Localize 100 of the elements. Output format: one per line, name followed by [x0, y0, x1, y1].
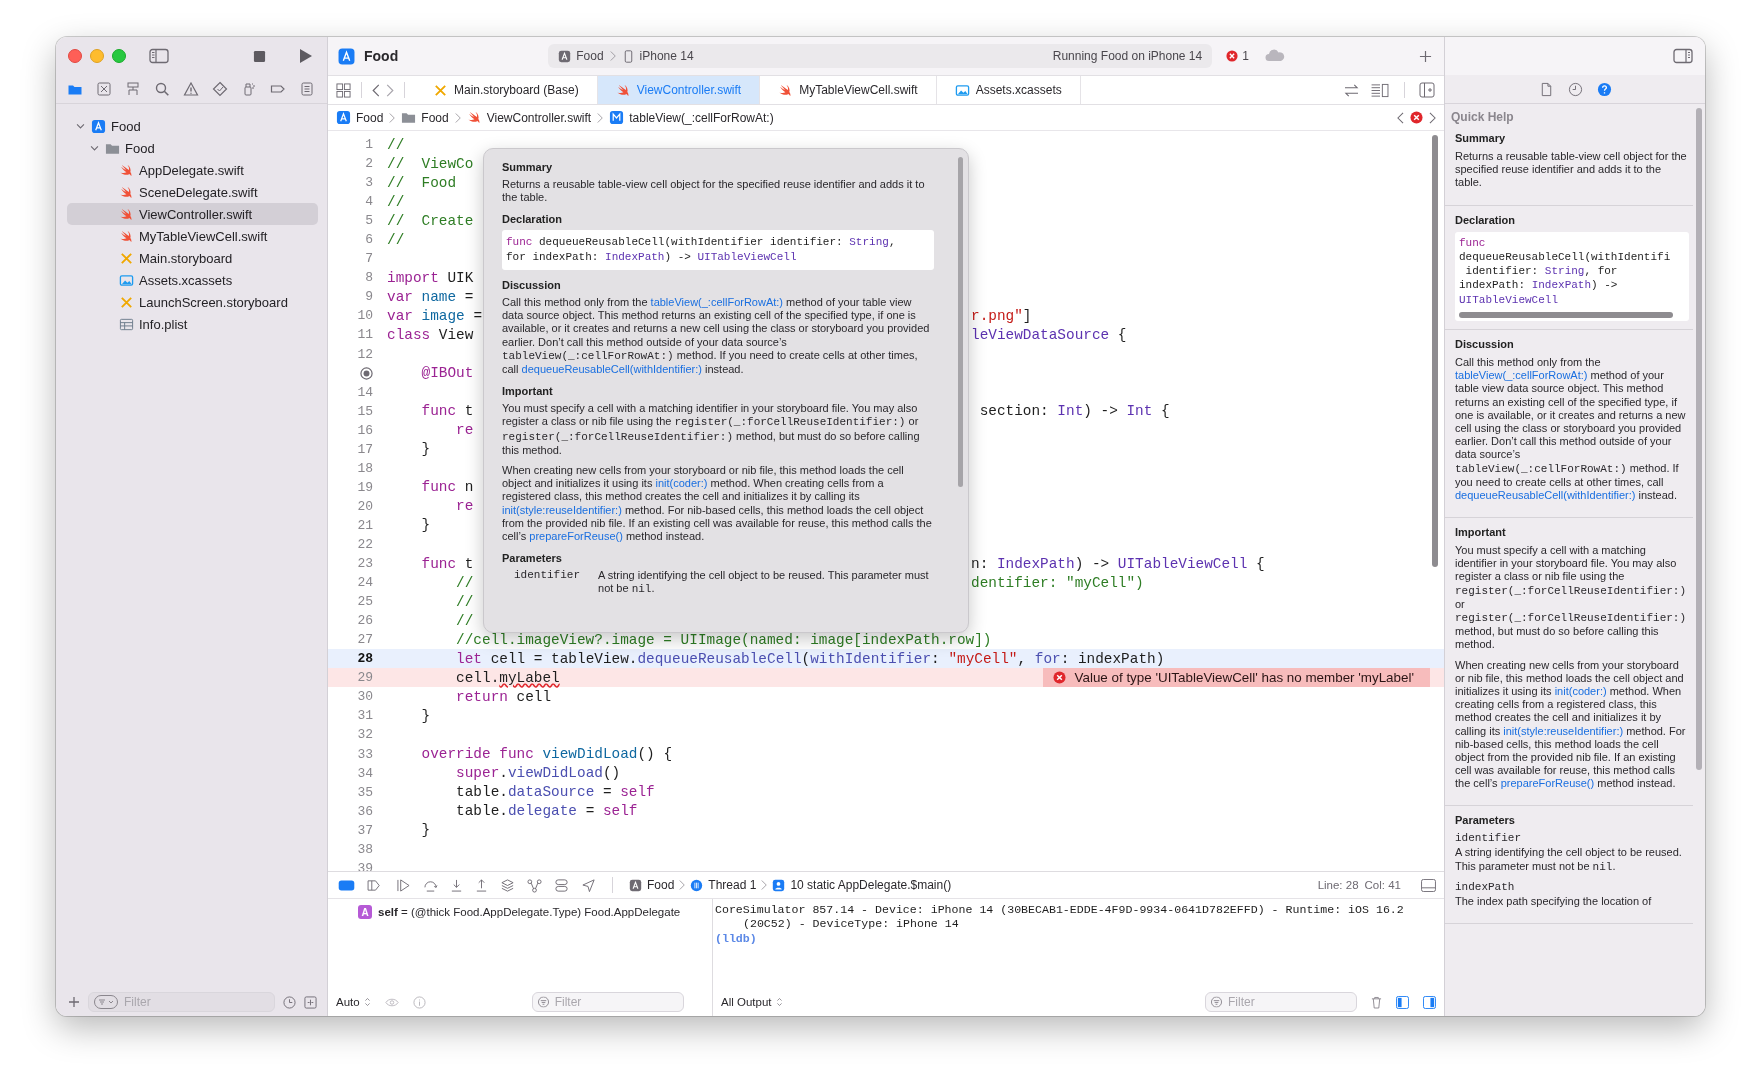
filter-field[interactable]: Filter	[88, 992, 275, 1012]
back-icon[interactable]	[372, 83, 380, 97]
search-icon[interactable]	[154, 81, 170, 97]
breadcrumb-item[interactable]: tableView(_:cellForRowAt:)	[609, 110, 774, 125]
breadcrumb-item[interactable]: ViewController.swift	[466, 110, 592, 125]
debug-area-toggle-icon[interactable]	[338, 879, 355, 891]
clock-icon[interactable]	[1567, 81, 1583, 97]
line-number: 29	[357, 670, 373, 686]
spray-can-icon[interactable]	[241, 81, 257, 97]
file-tree-item[interactable]: AppDelegate.swift	[67, 159, 318, 181]
filter-field[interactable]: Filter	[1205, 992, 1357, 1012]
stop-icon[interactable]	[253, 49, 266, 63]
clock-icon[interactable]	[283, 995, 296, 1009]
close-button[interactable]	[68, 49, 82, 63]
step-over-icon[interactable]	[423, 878, 438, 892]
editor-tab[interactable]: Assets.xcassets	[936, 76, 1081, 104]
step-out-icon[interactable]	[475, 878, 488, 892]
zoom-button[interactable]	[112, 49, 126, 63]
right-pane-icon[interactable]	[1423, 995, 1436, 1009]
memory-graph-icon[interactable]	[527, 877, 542, 893]
doc-link[interactable]: init(style:reuseIdentifier:)	[1503, 724, 1624, 737]
toggles-icon[interactable]	[554, 877, 569, 893]
warning-icon[interactable]	[183, 81, 199, 97]
breadcrumb-item[interactable]: 10 static AppDelegate.$main()	[772, 878, 952, 892]
add-editor-icon[interactable]	[1419, 82, 1435, 98]
scrollbar[interactable]	[1696, 108, 1702, 770]
swap-icon[interactable]	[1343, 83, 1360, 97]
doc-link[interactable]: init(style:reuseIdentifier:)	[502, 503, 622, 516]
continue-icon[interactable]	[396, 878, 411, 892]
sidebar-toggle-icon[interactable]	[149, 48, 169, 64]
panel-toggle-icon[interactable]	[1421, 878, 1436, 892]
left-pane-icon[interactable]	[1396, 995, 1409, 1009]
breadcrumb-item[interactable]: Food	[336, 110, 384, 125]
run-icon[interactable]	[299, 48, 313, 64]
error-count[interactable]: 1	[1226, 49, 1249, 63]
file-tree-item[interactable]: ViewController.swift	[67, 203, 318, 225]
hierarchy-icon[interactable]	[125, 81, 141, 97]
help-icon[interactable]	[1596, 81, 1612, 97]
doc-link[interactable]: prepareForReuse()	[529, 529, 623, 542]
doc-link[interactable]: dequeueReusableCell(withIdentifier:)	[521, 363, 702, 375]
trash-icon[interactable]	[1371, 995, 1382, 1009]
add-icon[interactable]	[1419, 49, 1432, 63]
breadcrumb-item[interactable]: Food	[629, 878, 675, 892]
file-tree-item[interactable]: MyTableViewCell.swift	[67, 225, 318, 247]
scope-dropdown[interactable]: Auto	[336, 996, 371, 1008]
device-button[interactable]: iPhone 14	[621, 49, 694, 63]
line-number: 32	[357, 727, 373, 743]
help-text: When creating new cells from your storyboard or nib file, this method loads the cell object and initializes it using its init(coder:) method. When creating cells from a registered class, this method creates the cell and initializes it by calling its init(style:reuseIdentifier:) method. For nib-based cells, this method loads the cell object from the provided nib file. If an existing cell was available for reuse, this method calls the cell’s prepareForReuse() method instead.	[1455, 658, 1687, 791]
doc-link[interactable]: init(coder:)	[1554, 685, 1607, 697]
console-output: CoreSimulator 857.14 - Device: iPhone 14 (30BECAB1-EDDE-4F9D-9934-0641D782EFFD) - Runtime: iOS 16.2 (20C52) - DeviceType: iPhone 14	[714, 902, 1405, 932]
inspector-toggle-icon[interactable]	[1673, 48, 1693, 64]
scrollbar[interactable]	[1432, 135, 1438, 567]
scheme-button[interactable]: Food	[558, 49, 604, 63]
scrollbar[interactable]	[958, 157, 963, 487]
file-tree-item[interactable]: LaunchScreen.storyboard	[67, 291, 318, 313]
filter-menu-icon[interactable]	[94, 995, 118, 1009]
doc-link[interactable]: dequeueReusableCell(withIdentifier:)	[1455, 488, 1636, 501]
breadcrumb-item[interactable]: Thread 1	[690, 878, 757, 892]
add-icon[interactable]	[68, 996, 80, 1008]
forward-icon[interactable]	[1429, 111, 1436, 124]
help-text: The index path specifying the location of	[1455, 894, 1653, 909]
line-number: 20	[357, 498, 373, 514]
view-hierarchy-icon[interactable]	[500, 877, 515, 893]
file-tree-item[interactable]: Main.storyboard	[67, 247, 318, 269]
location-icon[interactable]	[581, 877, 596, 893]
file-tree-item[interactable]: Assets.xcassets	[67, 269, 318, 291]
editor-tab[interactable]: MyTableViewCell.swift	[760, 76, 937, 104]
file-tree-item[interactable]: Food	[67, 115, 318, 137]
diamond-check-icon[interactable]	[212, 81, 228, 97]
code-line: func t	[420, 403, 474, 420]
filter-field[interactable]: Filter	[531, 992, 684, 1012]
code-line: @IBOut	[420, 365, 474, 382]
chevron-icon	[679, 879, 686, 891]
error-icon[interactable]	[1410, 111, 1423, 124]
doc-link[interactable]: init(coder:)	[655, 477, 708, 490]
code-line: super.viewDidLoad()	[455, 765, 621, 782]
file-tree-item[interactable]: Info.plist	[67, 313, 318, 335]
editor-tab[interactable]: Main.storyboard (Base)	[415, 76, 598, 104]
doc-link[interactable]: prepareForReuse()	[1500, 777, 1595, 790]
output-dropdown[interactable]: All Output	[721, 996, 783, 1008]
doc-link[interactable]: tableView(_:cellForRowAt:)	[1455, 369, 1588, 382]
parameter-name: indexPath	[1455, 880, 1516, 893]
file-tree-item[interactable]: Food	[67, 137, 318, 159]
error-annotation[interactable]: Value of type 'UITableViewCell' has no member 'myLabel'	[1042, 668, 1430, 688]
list-icon[interactable]	[299, 81, 315, 97]
grid-icon[interactable]	[336, 82, 351, 98]
line-number: 37	[357, 822, 373, 838]
step-into-icon[interactable]	[450, 878, 463, 892]
square-x-icon[interactable]	[96, 81, 112, 97]
minimap-icon[interactable]	[1370, 82, 1390, 98]
code-fragment: n: IndexPath) -> UITableViewCell {	[971, 555, 1265, 572]
code-line: var image =	[387, 307, 483, 324]
back-icon[interactable]	[1397, 111, 1404, 124]
file-tree-item[interactable]: SceneDelegate.swift	[67, 181, 318, 203]
scrollbar[interactable]	[1459, 312, 1673, 319]
doc-link[interactable]: tableView(_:cellForRowAt:)	[650, 296, 784, 309]
breadcrumb-item[interactable]: Food	[401, 110, 449, 125]
forward-icon[interactable]	[386, 83, 394, 97]
scope-icon[interactable]	[304, 995, 317, 1009]
outlet-icon[interactable]	[360, 366, 373, 380]
